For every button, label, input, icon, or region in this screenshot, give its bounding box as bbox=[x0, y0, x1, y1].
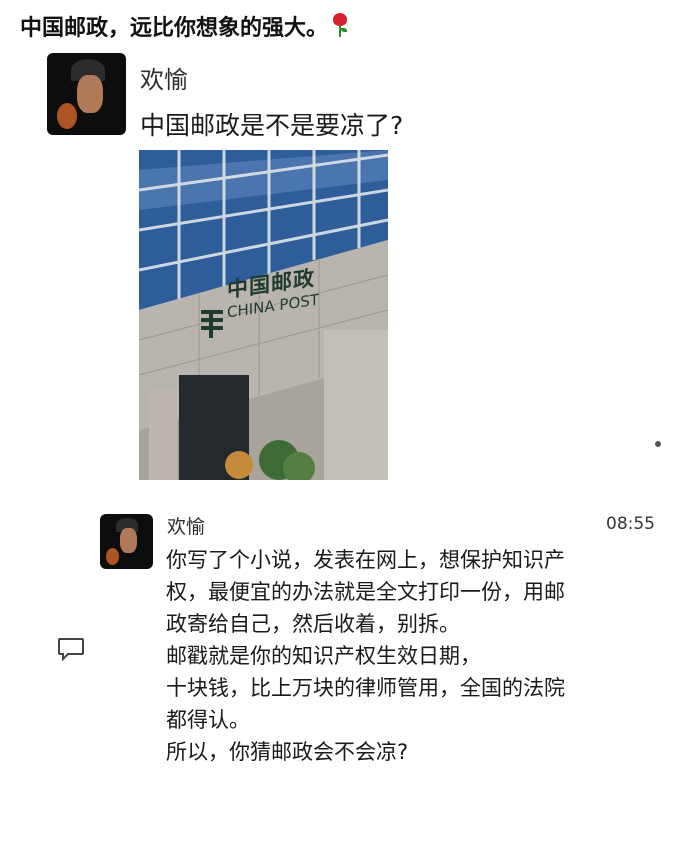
message-body: 你写了个小说，发表在网上，想保护知识产 权，最便宜的办法就是全文打印一份，用邮 … bbox=[166, 544, 666, 768]
building-photo[interactable]: 中国邮政 CHINA POST bbox=[139, 150, 388, 480]
message-line: 邮戳就是你的知识产权生效日期， bbox=[166, 644, 481, 668]
message-line: 你写了个小说，发表在网上，想保护知识产 bbox=[166, 548, 565, 572]
rose-icon bbox=[332, 13, 348, 39]
message-line: 权，最便宜的办法就是全文打印一份，用邮 bbox=[166, 580, 565, 604]
message-line: 十块钱，比上万块的律师管用，全国的法院 bbox=[166, 676, 565, 700]
message-time: 08:55 bbox=[606, 514, 655, 534]
message-author[interactable]: 欢愉 bbox=[140, 60, 188, 95]
message-author[interactable]: 欢愉 bbox=[167, 512, 205, 539]
comment-icon[interactable] bbox=[57, 636, 85, 662]
message-line: 所以，你猜邮政会不会凉? bbox=[166, 740, 409, 764]
message-line: 都得认。 bbox=[166, 708, 250, 732]
avatar[interactable] bbox=[47, 53, 126, 135]
post-title-text: 中国邮政，远比你想象的强大。 bbox=[20, 16, 329, 41]
more-dot-icon[interactable] bbox=[655, 441, 661, 447]
avatar[interactable] bbox=[100, 514, 153, 569]
post-title: 中国邮政，远比你想象的强大。 bbox=[20, 12, 670, 46]
message-line: 政寄给自己，然后收着，别拆。 bbox=[166, 612, 460, 636]
message-text: 中国邮政是不是要凉了? bbox=[140, 111, 404, 140]
